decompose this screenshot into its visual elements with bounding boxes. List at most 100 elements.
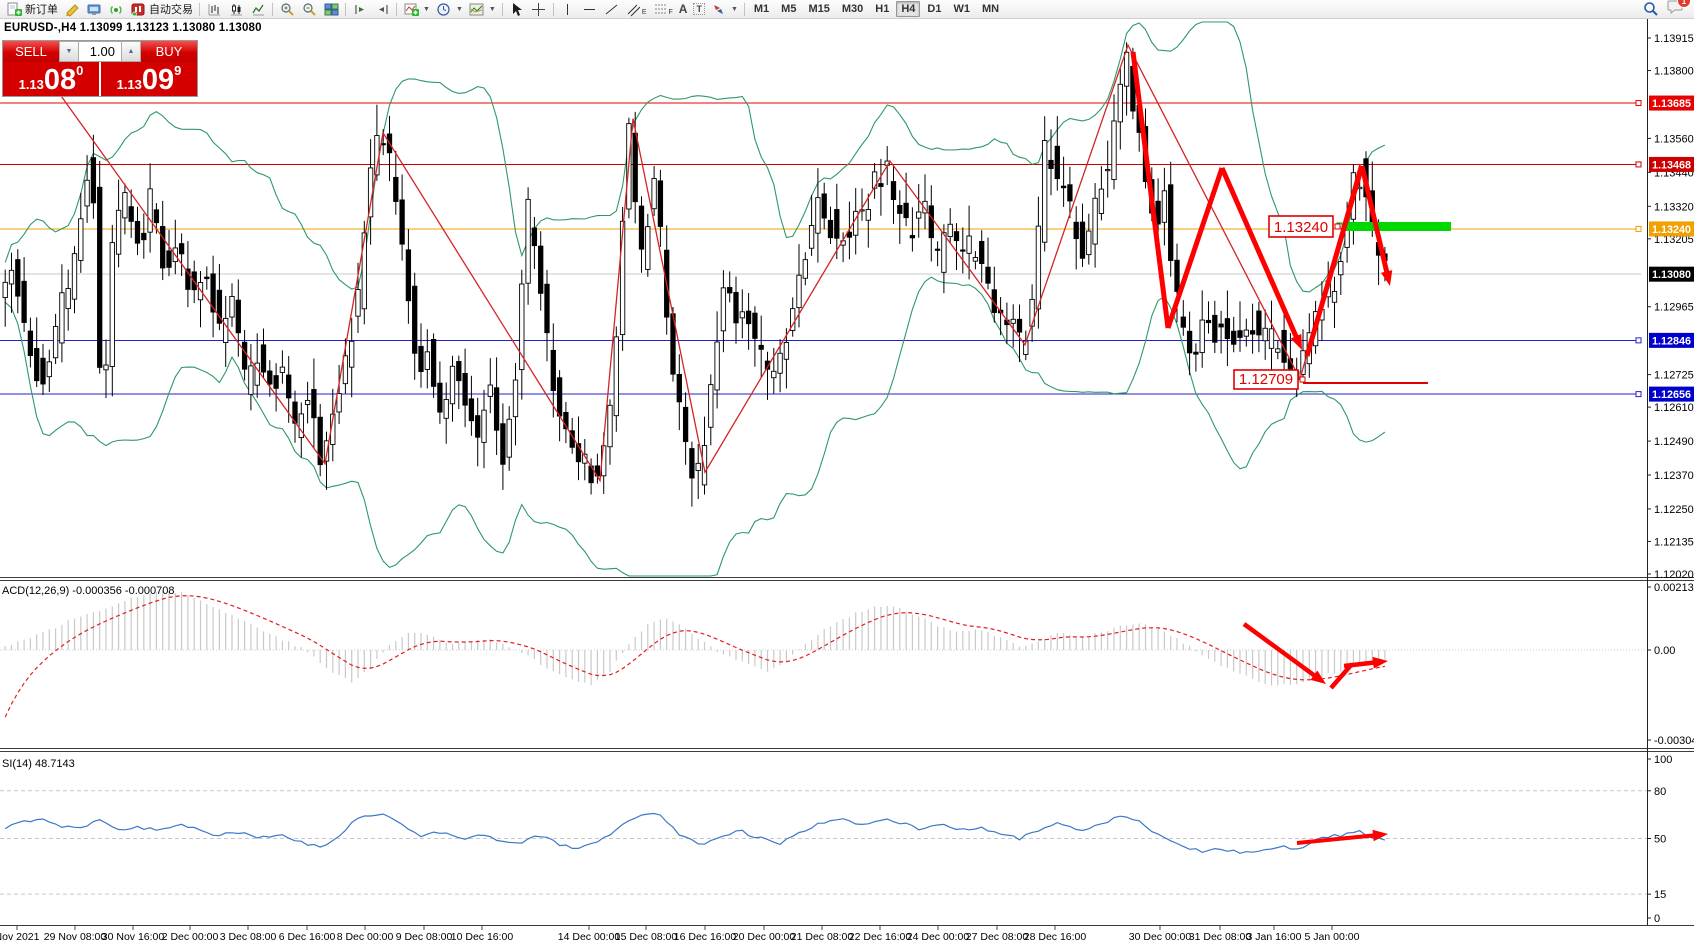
svg-text:30 Dec 00:00: 30 Dec 00:00 bbox=[1129, 931, 1192, 943]
svg-text:1.12490: 1.12490 bbox=[1654, 436, 1694, 448]
channel-icon bbox=[626, 2, 642, 17]
periods-button[interactable]: ▼ bbox=[433, 1, 466, 18]
signal-button[interactable] bbox=[105, 1, 127, 18]
sell-price-point: 0 bbox=[76, 64, 83, 77]
vertical-line-tool-button[interactable] bbox=[557, 1, 579, 18]
candlestick-chart-button[interactable] bbox=[225, 1, 247, 18]
sell-button[interactable]: SELL bbox=[3, 41, 59, 62]
svg-text:8 Dec 00:00: 8 Dec 00:00 bbox=[337, 931, 394, 943]
zoom-out-icon bbox=[301, 2, 317, 17]
indicators-button[interactable]: ▼ bbox=[400, 1, 433, 18]
text-tool-button[interactable]: A bbox=[676, 1, 691, 18]
equidistant-channel-tool-button[interactable]: E bbox=[623, 1, 650, 18]
svg-text:3 Jan 16:00: 3 Jan 16:00 bbox=[1247, 931, 1302, 943]
tile-windows-icon bbox=[323, 2, 339, 17]
buy-price-prefix: 1.13 bbox=[117, 75, 142, 95]
svg-text:1.13320: 1.13320 bbox=[1654, 201, 1694, 213]
timeframe-m5[interactable]: M5 bbox=[776, 1, 801, 17]
one-click-trading-panel: SELL ▼ ▲ BUY 1.13080 1.13099 bbox=[2, 40, 198, 97]
bar-chart-button[interactable] bbox=[203, 1, 225, 18]
templates-button[interactable]: ▼ bbox=[466, 1, 499, 18]
toolbar-separator bbox=[345, 3, 346, 16]
sell-price-prefix: 1.13 bbox=[19, 75, 44, 95]
fibonacci-icon bbox=[652, 2, 668, 17]
tile-windows-button[interactable] bbox=[320, 1, 342, 18]
toolbar-separator bbox=[396, 3, 397, 16]
search-icon[interactable] bbox=[1643, 2, 1659, 17]
new-order-icon bbox=[6, 2, 22, 17]
volume-increase-button[interactable]: ▲ bbox=[121, 41, 141, 62]
new-order-button[interactable]: 新订单 bbox=[3, 1, 61, 18]
timeframe-w1[interactable]: W1 bbox=[948, 1, 975, 17]
signal-icon bbox=[108, 2, 124, 17]
svg-text:2 Dec 00:00: 2 Dec 00:00 bbox=[162, 931, 219, 943]
chart-canvas[interactable]: ACD(12,26,9) -0.000356 -0.000708SI(14) 4… bbox=[0, 0, 1694, 946]
timeframe-d1[interactable]: D1 bbox=[922, 1, 946, 17]
cursor-icon bbox=[509, 2, 525, 17]
volume-decrease-button[interactable]: ▼ bbox=[59, 41, 79, 62]
caret-down-icon: ▼ bbox=[66, 48, 73, 55]
svg-text:16 Dec 16:00: 16 Dec 16:00 bbox=[674, 931, 737, 943]
price-annotation-label[interactable]: 1.13240 bbox=[1269, 216, 1340, 237]
timeframe-mn[interactable]: MN bbox=[977, 1, 1004, 17]
svg-text:1.12656: 1.12656 bbox=[1652, 389, 1691, 401]
svg-text:ACD(12,26,9) -0.000356 -0.0007: ACD(12,26,9) -0.000356 -0.000708 bbox=[2, 585, 174, 597]
chart-shift-icon bbox=[374, 2, 390, 17]
channel-glyph: E bbox=[642, 9, 647, 16]
chart-shift-button[interactable] bbox=[371, 1, 393, 18]
timeframe-m15[interactable]: M15 bbox=[803, 1, 834, 17]
timeframe-m1[interactable]: M1 bbox=[749, 1, 774, 17]
zoom-in-button[interactable] bbox=[276, 1, 298, 18]
notifications-button[interactable]: 1 bbox=[1667, 0, 1684, 19]
terminal-icon bbox=[86, 2, 102, 17]
svg-text:1.12020: 1.12020 bbox=[1654, 569, 1694, 581]
arrows-tool-button[interactable]: ▼ bbox=[708, 1, 741, 18]
crayon-icon bbox=[64, 2, 80, 17]
price-annotation-label[interactable]: 1.12709 bbox=[1234, 370, 1305, 389]
timeframe-h1[interactable]: H1 bbox=[870, 1, 894, 17]
fibonacci-glyph: F bbox=[668, 9, 672, 16]
clock-icon bbox=[436, 2, 452, 17]
text-tool-icon: A bbox=[679, 2, 688, 16]
fibonacci-tool-button[interactable]: F bbox=[649, 1, 675, 18]
svg-text:10 Dec 16:00: 10 Dec 16:00 bbox=[451, 931, 514, 943]
svg-text:22 Dec 16:00: 22 Dec 16:00 bbox=[849, 931, 912, 943]
volume-input[interactable] bbox=[79, 41, 121, 62]
toolbar-separator bbox=[199, 3, 200, 16]
buy-button[interactable]: BUY bbox=[141, 41, 197, 62]
crayon-button[interactable] bbox=[61, 1, 83, 18]
buy-price[interactable]: 1.13099 bbox=[101, 62, 197, 96]
autotrading-button[interactable]: 自动交易 bbox=[127, 1, 196, 18]
templates-icon bbox=[469, 2, 485, 17]
crosshair-icon bbox=[531, 2, 547, 17]
crosshair-tool-button[interactable] bbox=[528, 1, 550, 18]
toolbar-separator bbox=[744, 3, 745, 16]
sell-price[interactable]: 1.13080 bbox=[3, 62, 99, 96]
horizontal-line-tool-button[interactable] bbox=[579, 1, 601, 18]
trendline-tool-button[interactable] bbox=[601, 1, 623, 18]
svg-text:1.13800: 1.13800 bbox=[1654, 66, 1694, 78]
sell-price-big: 08 bbox=[44, 66, 76, 95]
text-label-tool-button[interactable]: T bbox=[690, 1, 708, 18]
svg-text:6 Dec 16:00: 6 Dec 16:00 bbox=[279, 931, 336, 943]
dropdown-caret-icon: ▼ bbox=[731, 6, 738, 13]
svg-text:5 Jan 00:00: 5 Jan 00:00 bbox=[1305, 931, 1360, 943]
cursor-tool-button[interactable] bbox=[506, 1, 528, 18]
timeframe-m30[interactable]: M30 bbox=[837, 1, 868, 17]
line-chart-button[interactable] bbox=[247, 1, 269, 18]
svg-text:15 Dec 08:00: 15 Dec 08:00 bbox=[615, 931, 678, 943]
svg-text:Nov 2021: Nov 2021 bbox=[0, 931, 40, 943]
zoom-out-button[interactable] bbox=[298, 1, 320, 18]
vertical-line-icon bbox=[560, 2, 576, 17]
svg-text:1.12725: 1.12725 bbox=[1654, 370, 1694, 382]
svg-text:1.12610: 1.12610 bbox=[1654, 402, 1694, 414]
autotrading-label: 自动交易 bbox=[149, 1, 193, 17]
arrows-tool-icon bbox=[711, 2, 727, 17]
terminal-button[interactable] bbox=[83, 1, 105, 18]
svg-text:1.12846: 1.12846 bbox=[1652, 335, 1691, 347]
timeframe-h4[interactable]: H4 bbox=[896, 1, 920, 17]
svg-text:1.12250: 1.12250 bbox=[1654, 504, 1694, 516]
auto-scroll-button[interactable] bbox=[349, 1, 371, 18]
svg-text:1.13240: 1.13240 bbox=[1652, 224, 1691, 236]
autotrading-icon bbox=[130, 2, 146, 17]
